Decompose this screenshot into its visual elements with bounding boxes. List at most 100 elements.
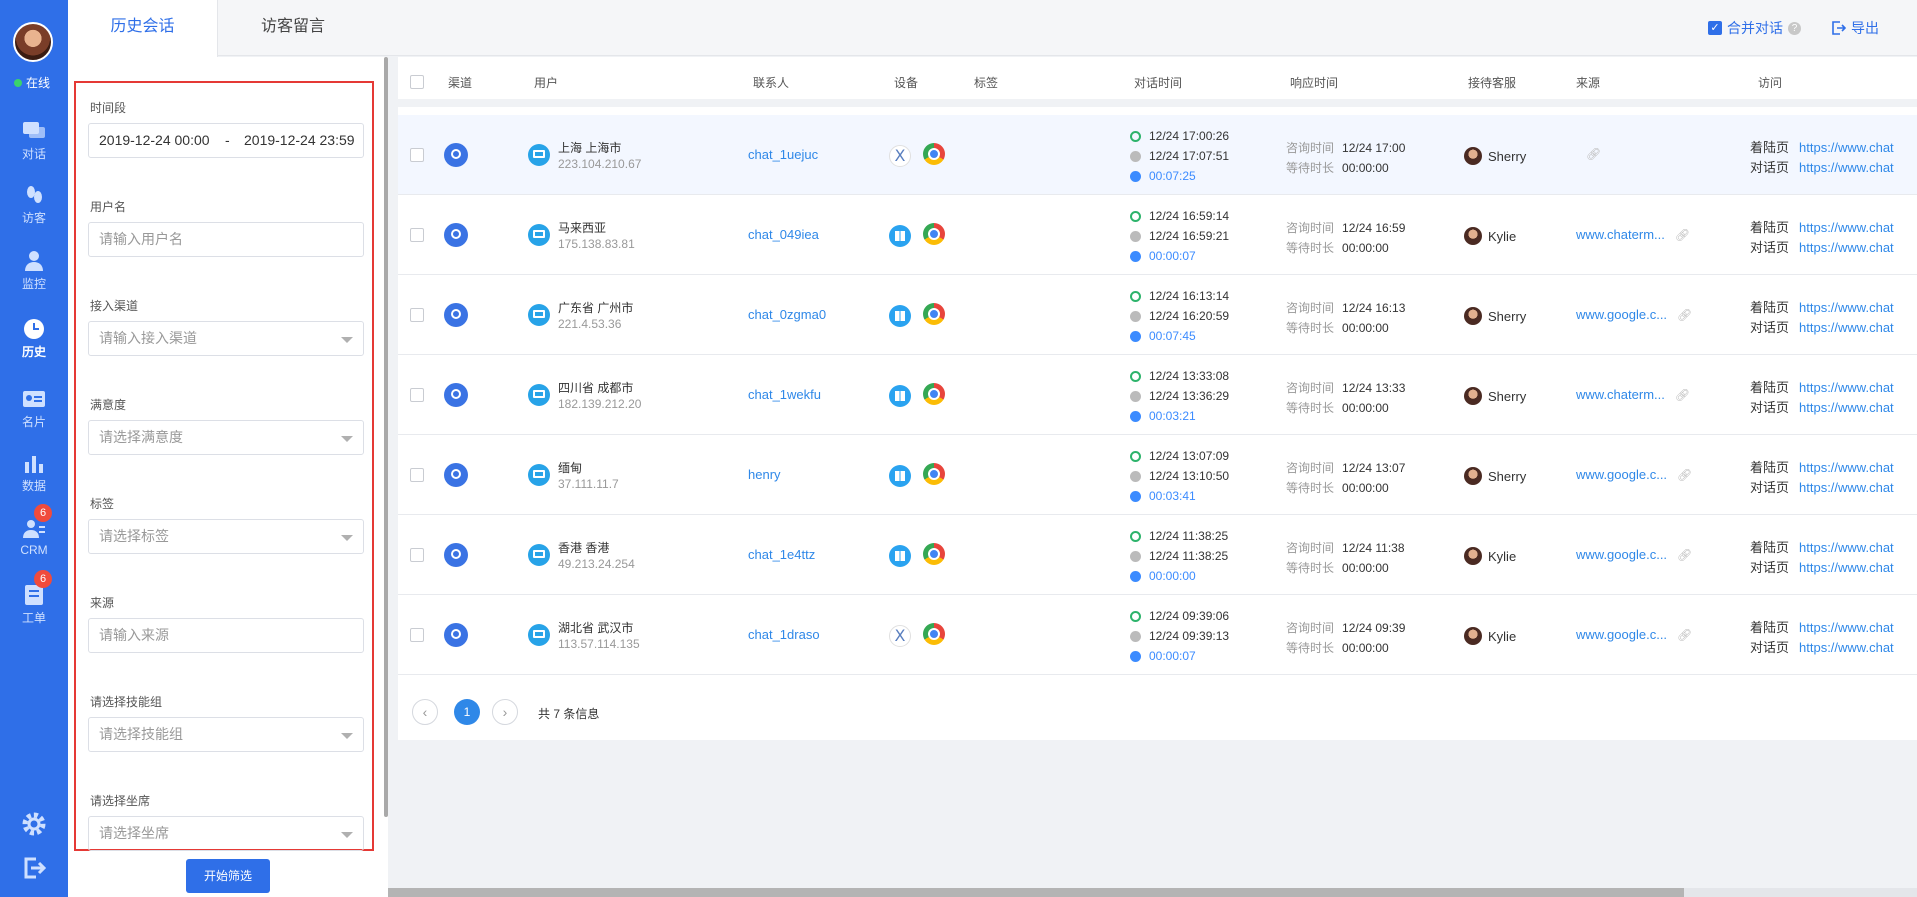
landing-url[interactable]: https://www.chat xyxy=(1799,460,1894,475)
stop-icon xyxy=(1130,310,1141,322)
source-input[interactable]: 请输入来源 xyxy=(88,618,364,653)
col-visit: 访问 xyxy=(1758,76,1783,90)
source-link[interactable]: www.google.c... xyxy=(1576,307,1667,322)
scrollbar-thumb[interactable] xyxy=(388,888,1684,897)
table-row[interactable]: 上海 上海市 223.104.210.67 chat_1uejuc X 12/24 17… xyxy=(398,115,1917,195)
logout-icon[interactable] xyxy=(22,856,46,880)
contact-link[interactable]: chat_049iea xyxy=(748,227,819,242)
filter-scrollbar[interactable] xyxy=(384,57,388,817)
user-avatar[interactable] xyxy=(13,22,53,62)
merge-conversations-toggle[interactable]: ✓ 合并对话 ? xyxy=(1708,18,1801,38)
nav-item-history[interactable]: 历史 xyxy=(0,318,68,360)
channel-select[interactable]: 请输入接入渠道 xyxy=(88,321,364,356)
start-filter-button[interactable]: 开始筛选 xyxy=(186,859,270,893)
tag-select[interactable]: 请选择标签 xyxy=(88,519,364,554)
link-icon[interactable]: 🔗︎ xyxy=(1675,388,1690,402)
chat-page-url[interactable]: https://www.chat xyxy=(1799,160,1894,175)
nav-item-ticket[interactable]: 6 工单 xyxy=(0,570,68,626)
landing-url[interactable]: https://www.chat xyxy=(1799,620,1894,635)
link-icon[interactable]: 🔗︎ xyxy=(1677,548,1692,562)
nav-item-visitor[interactable]: 访客 xyxy=(0,184,68,226)
source[interactable]: www.google.c... 🔗︎ xyxy=(1576,627,1692,642)
link-icon[interactable]: 🔗︎ xyxy=(1675,228,1690,242)
link-icon[interactable]: 🔗︎ xyxy=(1677,468,1692,482)
source-link[interactable]: www.chaterm... xyxy=(1576,387,1665,402)
satisfaction-select[interactable]: 请选择满意度 xyxy=(88,420,364,455)
contact-link[interactable]: chat_1uejuc xyxy=(748,147,818,162)
nav-item-crm[interactable]: 6 CRM xyxy=(0,504,68,557)
link-icon[interactable]: 🔗︎ xyxy=(1677,628,1692,642)
agent-avatar xyxy=(1464,227,1482,245)
row-checkbox[interactable] xyxy=(410,628,424,642)
row-checkbox[interactable] xyxy=(410,148,424,162)
landing-url[interactable]: https://www.chat xyxy=(1799,300,1894,315)
link-icon[interactable]: 🔗︎ xyxy=(1586,147,1601,161)
contact-link[interactable]: henry xyxy=(748,467,781,482)
source-link[interactable]: www.google.c... xyxy=(1576,467,1667,482)
source-link[interactable]: www.google.c... xyxy=(1576,627,1667,642)
table-row[interactable]: 湖北省 武汉市 113.57.114.135 chat_1draso X 12/24 0… xyxy=(398,595,1917,675)
source[interactable]: www.google.c... 🔗︎ xyxy=(1576,307,1692,322)
table-row[interactable]: 四川省 成都市 182.139.212.20 chat_1wekfu 12/24 13… xyxy=(398,355,1917,435)
tab-history-sessions[interactable]: 历史会话 xyxy=(68,0,218,57)
source-link[interactable]: www.google.c... xyxy=(1576,547,1667,562)
landing-url[interactable]: https://www.chat xyxy=(1799,380,1894,395)
chat-page-url[interactable]: https://www.chat xyxy=(1799,560,1894,575)
row-checkbox[interactable] xyxy=(410,308,424,322)
nav-item-card[interactable]: 名片 xyxy=(0,388,68,430)
landing-url[interactable]: https://www.chat xyxy=(1799,540,1894,555)
online-status[interactable]: 在线 xyxy=(14,74,50,91)
chat-page-url[interactable]: https://www.chat xyxy=(1799,640,1894,655)
nav-item-data[interactable]: 数据 xyxy=(0,452,68,494)
wait-value: 00:00:00 xyxy=(1342,481,1389,495)
current-page[interactable]: 1 xyxy=(454,699,480,725)
export-button[interactable]: 导出 xyxy=(1832,18,1879,38)
source[interactable]: www.google.c... 🔗︎ xyxy=(1576,467,1692,482)
table-row[interactable]: 香港 香港 49.213.24.254 chat_1e4ttz 12/24 11:38… xyxy=(398,515,1917,595)
seat-select[interactable]: 请选择坐席 xyxy=(88,816,364,851)
merge-checkbox[interactable]: ✓ xyxy=(1708,21,1722,35)
row-checkbox[interactable] xyxy=(410,548,424,562)
chat-page-url[interactable]: https://www.chat xyxy=(1799,240,1894,255)
skill-group-select[interactable]: 请选择技能组 xyxy=(88,717,364,752)
landing-url[interactable]: https://www.chat xyxy=(1799,220,1894,235)
tab-visitor-messages[interactable]: 访客留言 xyxy=(218,0,368,56)
user-location: 缅甸 xyxy=(558,461,583,475)
username-input[interactable]: 请输入用户名 xyxy=(88,222,364,257)
duration-text: 00:03:41 xyxy=(1149,489,1196,503)
chat-page-label: 对话页 xyxy=(1750,160,1790,175)
horizontal-scrollbar[interactable] xyxy=(388,888,1917,897)
source-link[interactable]: www.chaterm... xyxy=(1576,227,1665,242)
contact-link[interactable]: chat_1e4ttz xyxy=(748,547,815,562)
chevron-down-icon xyxy=(341,337,353,343)
contact-link[interactable]: chat_0zgma0 xyxy=(748,307,826,322)
help-icon[interactable]: ? xyxy=(1788,21,1801,35)
row-checkbox[interactable] xyxy=(410,228,424,242)
link-icon[interactable]: 🔗︎ xyxy=(1677,308,1692,322)
next-page-button[interactable]: › xyxy=(492,699,518,725)
table-row[interactable]: 马来西亚 175.138.83.81 chat_049iea 12/24 16:59:… xyxy=(398,195,1917,275)
chat-page-url[interactable]: https://www.chat xyxy=(1799,400,1894,415)
settings-gear-icon[interactable] xyxy=(22,812,46,836)
nav-item-chat[interactable]: 对话 xyxy=(0,120,68,162)
source[interactable]: 🔗︎ xyxy=(1576,147,1601,161)
select-all-checkbox[interactable] xyxy=(410,75,424,89)
table-row[interactable]: 广东省 广州市 221.4.53.36 chat_0zgma0 12/24 16:13… xyxy=(398,275,1917,355)
contact-link[interactable]: chat_1wekfu xyxy=(748,387,821,402)
contact-link[interactable]: chat_1draso xyxy=(748,627,820,642)
source[interactable]: www.google.c... 🔗︎ xyxy=(1576,547,1692,562)
merge-label: 合并对话 xyxy=(1727,20,1783,36)
prev-page-button[interactable]: ‹ xyxy=(412,699,438,725)
chat-page-url[interactable]: https://www.chat xyxy=(1799,480,1894,495)
source[interactable]: www.chaterm... 🔗︎ xyxy=(1576,387,1690,402)
source[interactable]: www.chaterm... 🔗︎ xyxy=(1576,227,1690,242)
landing-url[interactable]: https://www.chat xyxy=(1799,140,1894,155)
chat-duration: 00:07:25 xyxy=(1130,169,1196,183)
row-checkbox[interactable] xyxy=(410,468,424,482)
chat-page-url[interactable]: https://www.chat xyxy=(1799,320,1894,335)
agent-avatar xyxy=(1464,467,1482,485)
nav-item-monitor[interactable]: 监控 xyxy=(0,250,68,292)
date-range-picker[interactable]: 2019-12-24 00:00 - 2019-12-24 23:59 xyxy=(88,123,364,158)
table-row[interactable]: 缅甸 37.111.11.7 henry 12/24 13:07:09 12/24 13… xyxy=(398,435,1917,515)
row-checkbox[interactable] xyxy=(410,388,424,402)
